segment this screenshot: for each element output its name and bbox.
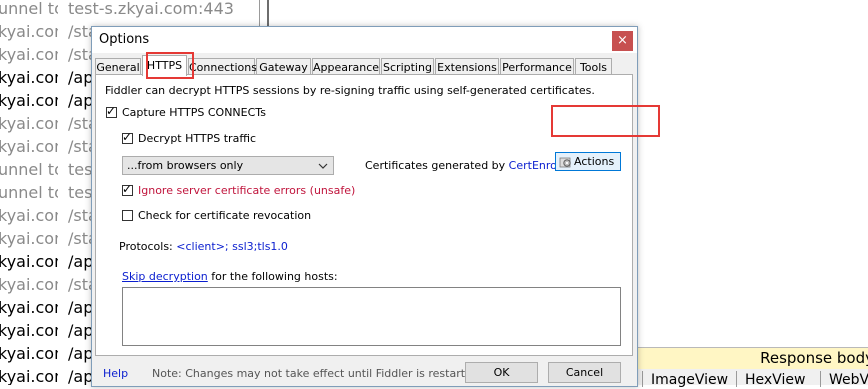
skip-decryption-label: for the following hosts: (211, 270, 338, 283)
session-row[interactable]: unnel to test-s.zkyai.com:443 (0, 0, 262, 20)
session-host: kyai.com (0, 91, 58, 110)
gear-icon (559, 157, 571, 168)
title-bar[interactable]: Options × (92, 27, 637, 53)
session-host: kyai.com (0, 252, 58, 271)
session-url: /ap (68, 298, 94, 317)
response-tabs: ImageView HexView WebV (632, 369, 868, 388)
dialog-title: Options (99, 32, 150, 47)
session-host: kyai.com (0, 22, 58, 41)
session-host: kyai.com (0, 275, 58, 294)
tab-appearance[interactable]: Appearance (312, 58, 380, 75)
chevron-down-icon (318, 163, 328, 169)
actions-label: Actions (574, 155, 615, 168)
skip-decryption-row: Skip decryption for the following hosts: (122, 270, 338, 283)
capture-connects-checkbox[interactable]: ✓ (106, 104, 117, 118)
session-host: kyai.com (0, 45, 58, 64)
check-icon: ✓ (122, 130, 133, 144)
skip-hosts-textarea[interactable] (122, 287, 621, 346)
response-body-label: Response body (760, 349, 868, 367)
check-revocation-checkbox[interactable] (122, 210, 133, 221)
check-icon: ✓ (106, 104, 117, 118)
session-host: kyai.com (0, 114, 58, 133)
session-url: /ap (68, 252, 94, 271)
session-host: kyai.com (0, 367, 58, 385)
protocols-link[interactable]: <client>; ssl3;tls1.0 (176, 240, 288, 253)
intro-text: Fiddler can decrypt HTTPS sessions by re… (105, 84, 595, 97)
session-url: /ap (68, 344, 94, 363)
decrypt-source-value: ...from browsers only (127, 159, 244, 172)
response-body-bar: Response body (632, 347, 868, 371)
options-dialog: Options × General HTTPS Connections Gate… (91, 26, 638, 387)
close-button[interactable]: × (612, 31, 633, 51)
ok-button[interactable]: OK (465, 362, 538, 383)
tab-extensions[interactable]: Extensions (435, 58, 499, 75)
session-host: kyai.com (0, 298, 58, 317)
session-host: kyai.com (0, 229, 58, 248)
cert-text-prefix: Certificates generated by (365, 159, 506, 172)
skip-decryption-link[interactable]: Skip decryption (122, 270, 208, 283)
ignore-errors-label: Ignore server certificate errors (unsafe… (138, 184, 356, 197)
tab-tools[interactable]: Tools (575, 58, 612, 75)
tab-general[interactable]: General (95, 58, 141, 75)
session-host: kyai.com (0, 137, 58, 156)
tab-gateway[interactable]: Gateway (256, 58, 311, 75)
protocols-label: Protocols: (119, 240, 173, 253)
session-host: kyai.com (0, 206, 58, 225)
decrypt-traffic-checkbox[interactable]: ✓ (122, 130, 133, 144)
session-url: /ap (68, 321, 94, 340)
cancel-button[interactable]: Cancel (548, 362, 621, 383)
session-host: kyai.com (0, 68, 58, 87)
tab-performance[interactable]: Performance (500, 58, 574, 75)
session-host: kyai.com (0, 321, 58, 340)
session-host: unnel to (0, 160, 58, 179)
annotation-https-tab (146, 52, 194, 79)
capture-connects-label: Capture HTTPS CONNECTs (122, 106, 266, 119)
session-host: kyai.com (0, 344, 58, 363)
ignore-errors-checkbox[interactable]: ✓ (122, 182, 133, 196)
session-url: /ap (68, 68, 94, 87)
close-icon: × (617, 33, 628, 48)
decrypt-traffic-label: Decrypt HTTPS traffic (138, 132, 256, 145)
session-host: unnel to (0, 183, 58, 202)
check-revocation-label: Check for certificate revocation (138, 209, 312, 222)
decrypt-source-select[interactable]: ...from browsers only (122, 156, 334, 175)
session-host: unnel to (0, 0, 58, 18)
check-icon: ✓ (122, 182, 133, 196)
protocols-row: Protocols: <client>; ssl3;tls1.0 (119, 240, 288, 253)
session-url: /ap (68, 91, 94, 110)
actions-button[interactable]: Actions (555, 152, 621, 171)
annotation-actions (551, 105, 660, 137)
session-url: test-s.zkyai.com:443 (68, 0, 234, 18)
session-url: /ap (68, 367, 94, 385)
help-link[interactable]: Help (103, 367, 128, 380)
restart-note: Note: Changes may not take effect until … (152, 367, 483, 380)
tab-scripting[interactable]: Scripting (381, 58, 434, 75)
tab-connections[interactable]: Connections (188, 58, 257, 75)
